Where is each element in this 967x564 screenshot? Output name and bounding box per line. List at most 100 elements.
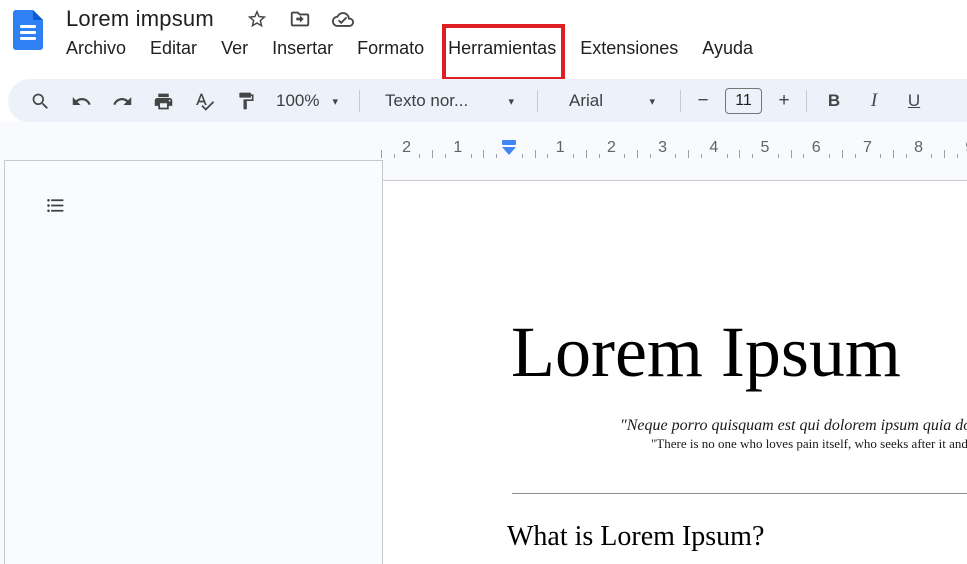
move-folder-icon[interactable] <box>289 8 311 30</box>
menu-insertar[interactable]: Insertar <box>272 37 333 59</box>
ruler-tick <box>726 154 728 158</box>
outline-panel <box>4 160 383 564</box>
paragraph-style-value: Texto nor... <box>385 91 469 110</box>
ruler-number: 2 <box>606 139 616 156</box>
ruler-number: 8 <box>914 139 924 156</box>
ruler-number: 4 <box>709 139 719 156</box>
ruler-tick <box>880 154 882 158</box>
toolbar-divider <box>806 90 808 112</box>
ruler-tick <box>931 154 933 158</box>
ruler-tick <box>841 150 843 158</box>
ruler-tick <box>585 150 587 158</box>
cloud-saved-icon[interactable] <box>331 8 354 30</box>
toolbar-divider <box>537 90 539 112</box>
docs-logo-icon <box>13 10 43 50</box>
menu-herramientas[interactable]: Herramientas <box>442 24 566 81</box>
bold-button[interactable]: B <box>814 86 854 116</box>
paragraph-style-dropdown[interactable]: Texto nor... ▾ <box>367 86 530 116</box>
ruler: 2 1 1 2 3 4 5 6 7 8 9 <box>0 122 967 161</box>
google-docs-window: Lorem impsum Archivo Editar Ver Insertar… <box>0 0 967 564</box>
menu-ayuda[interactable]: Ayuda <box>702 37 753 59</box>
menu-herramientas-label: Herramientas <box>448 38 557 58</box>
ruler-tick <box>752 154 754 158</box>
outline-icon[interactable] <box>43 193 67 217</box>
font-size-input[interactable]: 11 <box>725 88 763 114</box>
search-icon[interactable] <box>20 86 61 116</box>
ruler-tick <box>419 154 421 158</box>
menu-formato[interactable]: Formato <box>357 37 424 59</box>
ruler-tick <box>637 150 638 158</box>
increase-font-size-button[interactable]: + <box>769 86 799 116</box>
font-value: Arial <box>569 91 604 110</box>
chevron-down-icon: ▾ <box>508 95 515 108</box>
ruler-tick <box>432 150 434 158</box>
ruler-tick <box>944 150 946 158</box>
menu-extensiones[interactable]: Extensiones <box>580 37 678 59</box>
chevron-down-icon: ▾ <box>649 95 656 108</box>
document-canvas: Lorem Ipsum "Neque porro quisquam est qu… <box>0 160 967 564</box>
doc-quote-english: "There is no one who loves pain itself, … <box>651 436 967 451</box>
ruler-number: 7 <box>862 139 872 156</box>
menubar: Archivo Editar Ver Insertar Formato Herr… <box>66 24 753 81</box>
ruler-tick <box>598 154 600 158</box>
toolbar-divider <box>680 90 682 112</box>
ruler-tick <box>701 154 702 158</box>
google-docs-logo[interactable] <box>13 10 43 50</box>
ruler-tick <box>829 154 830 158</box>
ruler-tick <box>905 154 907 158</box>
ruler-tick <box>893 150 894 158</box>
ruler-tick <box>496 154 498 158</box>
ruler-tick <box>470 154 472 158</box>
spellcheck-icon[interactable] <box>184 86 225 116</box>
document-page[interactable]: Lorem Ipsum "Neque porro quisquam est qu… <box>382 180 967 564</box>
ruler-tick <box>688 150 690 158</box>
ruler-tick <box>381 150 382 158</box>
ruler-tick <box>777 154 779 158</box>
underline-button[interactable]: U <box>894 86 934 116</box>
ruler-number: 6 <box>811 139 821 156</box>
ruler-tick <box>547 154 549 158</box>
ruler-tick <box>675 154 677 158</box>
ruler-number: 2 <box>402 139 412 156</box>
italic-button[interactable]: I <box>854 86 894 116</box>
ruler-number: 3 <box>658 139 668 156</box>
print-icon[interactable] <box>143 86 184 116</box>
menu-editar[interactable]: Editar <box>150 37 197 59</box>
ruler-number: 9 <box>960 139 967 157</box>
ruler-number: 5 <box>760 139 770 156</box>
ruler-tick <box>534 150 536 158</box>
ruler-tick <box>739 150 741 158</box>
title-actions <box>246 8 354 30</box>
indent-marker[interactable] <box>502 140 516 155</box>
menu-ver[interactable]: Ver <box>221 37 248 59</box>
ruler-tick <box>521 154 523 158</box>
ruler-tick <box>854 154 856 158</box>
doc-heading-text: What is Lorem Ipsum? <box>507 521 765 552</box>
ruler-tick <box>624 154 626 158</box>
first-line-indent-marker[interactable] <box>502 140 516 145</box>
toolbar: 100% ▾ Texto nor... ▾ Arial ▾ − 11 + B I… <box>8 79 967 123</box>
ruler-tick <box>393 154 395 158</box>
doc-horizontal-rule <box>512 493 967 494</box>
ruler-tick <box>957 154 958 158</box>
chevron-down-icon: ▾ <box>332 95 339 108</box>
zoom-dropdown[interactable]: 100% ▾ <box>266 86 352 116</box>
decrease-font-size-button[interactable]: − <box>688 86 718 116</box>
menu-archivo[interactable]: Archivo <box>66 37 126 59</box>
left-indent-marker[interactable] <box>502 147 516 155</box>
ruler-tick <box>483 150 485 158</box>
ruler-tick <box>790 150 792 158</box>
paint-format-icon[interactable] <box>225 86 266 116</box>
document-title[interactable]: Lorem impsum <box>66 6 214 32</box>
undo-icon[interactable] <box>61 86 102 116</box>
toolbar-divider <box>359 90 361 112</box>
star-icon[interactable] <box>246 8 268 30</box>
redo-icon[interactable] <box>102 86 143 116</box>
titlebar: Lorem impsum <box>66 3 354 35</box>
doc-quote-latin: "Neque porro quisquam est qui dolorem ip… <box>620 417 967 434</box>
ruler-tick <box>803 154 805 158</box>
ruler-tick <box>649 154 651 158</box>
ruler-tick <box>573 154 574 158</box>
ruler-scale: 2 1 1 2 3 4 5 6 7 8 9 <box>0 122 967 161</box>
font-dropdown[interactable]: Arial ▾ <box>545 86 673 116</box>
